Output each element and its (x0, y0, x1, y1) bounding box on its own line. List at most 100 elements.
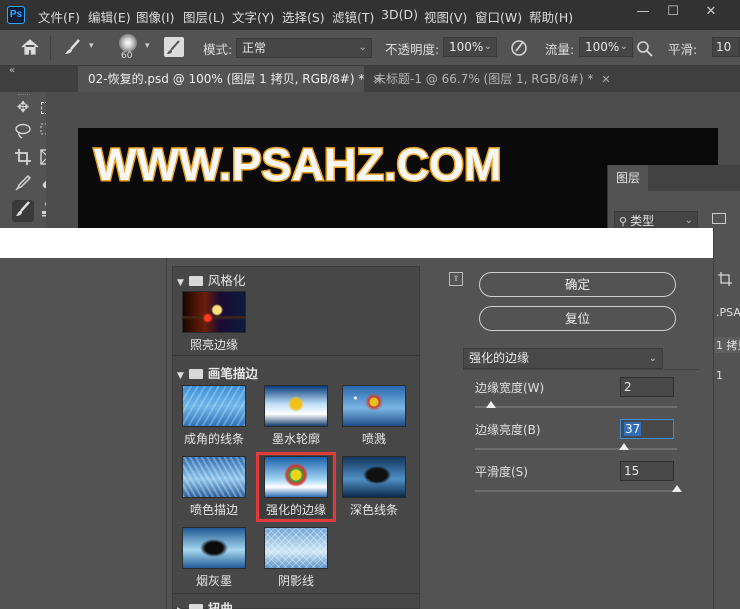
artboard-icon[interactable] (718, 272, 732, 289)
edge-width-slider-thumb[interactable] (486, 401, 497, 408)
tab-layers[interactable]: 图层 (608, 165, 648, 191)
filter-preview[interactable] (0, 258, 167, 609)
flow-input[interactable]: 100% ⌄ (579, 37, 633, 57)
maximize-button[interactable]: ☐ (660, 3, 686, 21)
thumbnail-image (342, 456, 406, 498)
thumb-label: 照亮边缘 (189, 338, 238, 352)
flow-value: 100% (585, 40, 620, 54)
filter-thumb-accented-edges[interactable]: 强化的边缘 (256, 452, 336, 522)
thumb-label: 烟灰墨 (195, 574, 232, 588)
mode-dropdown[interactable]: 正常 ⌄ (236, 38, 372, 58)
edge-width-input[interactable]: 2 (620, 377, 674, 397)
filter-thumb-glowing-edges[interactable]: 照亮边缘 (178, 291, 250, 353)
ok-button[interactable]: 确定 (479, 272, 676, 297)
photoshop-logo: Ps (7, 6, 25, 24)
category-brush-strokes[interactable]: ▼ 画笔描边 (177, 363, 258, 381)
thumbnail-image (264, 527, 328, 569)
filter-thumb-sumi-e[interactable]: 烟灰墨 (178, 527, 250, 589)
filter-thumb-ink-outlines[interactable]: 墨水轮廓 (260, 385, 332, 447)
tab-document-2[interactable]: 未标题-1 @ 66.7% (图层 1, RGB/8#) * ✕ (364, 66, 611, 92)
category-stylize[interactable]: ▼ 风格化 (177, 270, 245, 288)
airbrush-icon[interactable] (635, 39, 655, 60)
close-icon[interactable]: ✕ (601, 73, 610, 86)
thumbnail-image (182, 291, 246, 333)
filter-thumb-angled-strokes[interactable]: 成角的线条 (178, 385, 250, 447)
menu-3d[interactable]: 3D(D) (381, 7, 418, 22)
menu-image[interactable]: 图像(I) (136, 7, 174, 26)
close-button[interactable]: ✕ (698, 3, 724, 21)
eyedropper-tool-icon[interactable] (12, 174, 34, 196)
folder-icon (188, 276, 203, 286)
menu-layer[interactable]: 图层(L) (183, 7, 225, 26)
move-tool-icon[interactable]: ✥ (12, 96, 34, 118)
minimize-button[interactable]: — (630, 3, 656, 21)
expand-triangle-icon: ▼ (177, 371, 184, 381)
edge-brightness-label: 边缘亮度(B) (475, 423, 541, 437)
menu-select[interactable]: 选择(S) (282, 7, 325, 26)
collapse-panels-icon[interactable]: « (9, 65, 15, 76)
home-icon[interactable] (20, 38, 40, 59)
menu-edit[interactable]: 编辑(E) (88, 7, 131, 26)
layer-name-fragment: .PSAH (716, 306, 740, 319)
smoothness-slider[interactable] (475, 490, 677, 492)
smoothing-label: 平滑: (668, 42, 698, 57)
layer-row[interactable]: 1 (714, 369, 723, 382)
smoothness-slider-thumb[interactable] (672, 485, 682, 492)
folder-icon (188, 604, 203, 609)
edge-brightness-value: 37 (624, 422, 642, 436)
tab-document-1[interactable]: 02-恢复的.psd @ 100% (图层 1 拷贝, RGB/8#) * ✕ (78, 66, 382, 92)
chevron-down-icon[interactable]: ▾ (145, 41, 150, 51)
image-filter-icon[interactable] (712, 213, 726, 224)
menu-filter[interactable]: 滤镜(T) (332, 7, 374, 26)
thumbnail-image (182, 385, 246, 427)
chevron-down-icon[interactable]: ▾ (89, 41, 94, 51)
crop-tool-icon[interactable] (12, 148, 34, 170)
layers-panel: 图层 ⚲ 类型 ⌄ (607, 165, 740, 231)
tab-label: 未标题-1 @ 66.7% (图层 1, RGB/8#) * (374, 72, 594, 86)
smoothing-value: 10 (716, 40, 732, 54)
thumbnail-image (342, 385, 406, 427)
smoothing-input[interactable]: 10 (712, 37, 740, 57)
brush-settings-icon[interactable] (164, 37, 184, 57)
filter-thumb-sprayed-strokes[interactable]: 喷色描边 (178, 456, 250, 518)
category-label: 风格化 (207, 273, 246, 288)
menu-help[interactable]: 帮助(H) (529, 7, 573, 26)
options-bar: ▾ 60 ▾ 模式: 正常 ⌄ 不透明度: 100% ⌄ 流量: 100% ⌄ 平滑:… (0, 30, 740, 66)
filter-select-dropdown[interactable]: 强化的边缘 ⌄ (463, 348, 663, 369)
thumb-label: 喷溅 (361, 432, 386, 446)
filter-thumb-dark-strokes[interactable]: 深色线条 (338, 456, 410, 518)
category-distort[interactable]: ▶扭曲 (177, 598, 233, 609)
folder-icon (188, 369, 203, 379)
brush-preset-icon[interactable] (119, 34, 137, 52)
menu-file[interactable]: 文件(F) (38, 7, 80, 26)
edge-brightness-slider[interactable] (475, 448, 677, 450)
smoothness-value: 15 (624, 464, 640, 478)
menu-window[interactable]: 窗口(W) (475, 7, 522, 26)
document-tab-bar: « 02-恢复的.psd @ 100% (图层 1 拷贝, RGB/8#) * ✕… (0, 65, 740, 92)
reset-button[interactable]: 复位 (479, 306, 676, 331)
thumb-label: 墨水轮廓 (271, 432, 320, 446)
brush-tool-icon[interactable] (12, 200, 34, 222)
thumbnail-image (264, 456, 328, 498)
filter-thumb-spatter[interactable]: 喷溅 (338, 385, 410, 447)
pressure-opacity-icon[interactable] (509, 38, 529, 61)
lasso-tool-icon[interactable] (12, 122, 34, 144)
opacity-input[interactable]: 100% ⌄ (443, 37, 497, 57)
edge-brightness-slider-thumb[interactable] (619, 443, 630, 450)
edge-width-slider[interactable] (475, 406, 677, 408)
filter-thumb-crosshatch[interactable]: 阴影线 (260, 527, 332, 589)
opacity-label: 不透明度: (385, 42, 440, 57)
brush-tool-icon[interactable] (62, 38, 84, 59)
expand-triangle-icon: ▼ (177, 278, 184, 288)
thumb-label: 深色线条 (349, 503, 398, 517)
filter-browser: ▼ 风格化 照亮边缘 ▼ 画笔描边 成角的线条 墨水轮廓 喷溅 喷色描边 强化的… (172, 266, 420, 609)
separator (50, 36, 51, 60)
edge-width-value: 2 (624, 380, 632, 394)
menu-view[interactable]: 视图(V) (424, 7, 467, 26)
smoothness-input[interactable]: 15 (620, 461, 674, 481)
layer-row-selected[interactable]: 1 拷贝 (714, 337, 740, 353)
menu-type[interactable]: 文字(Y) (232, 7, 274, 26)
thumbnail-image (182, 527, 246, 569)
edge-brightness-input[interactable]: 37 (620, 419, 674, 439)
collapse-browser-icon[interactable]: ⇧ (449, 272, 463, 286)
